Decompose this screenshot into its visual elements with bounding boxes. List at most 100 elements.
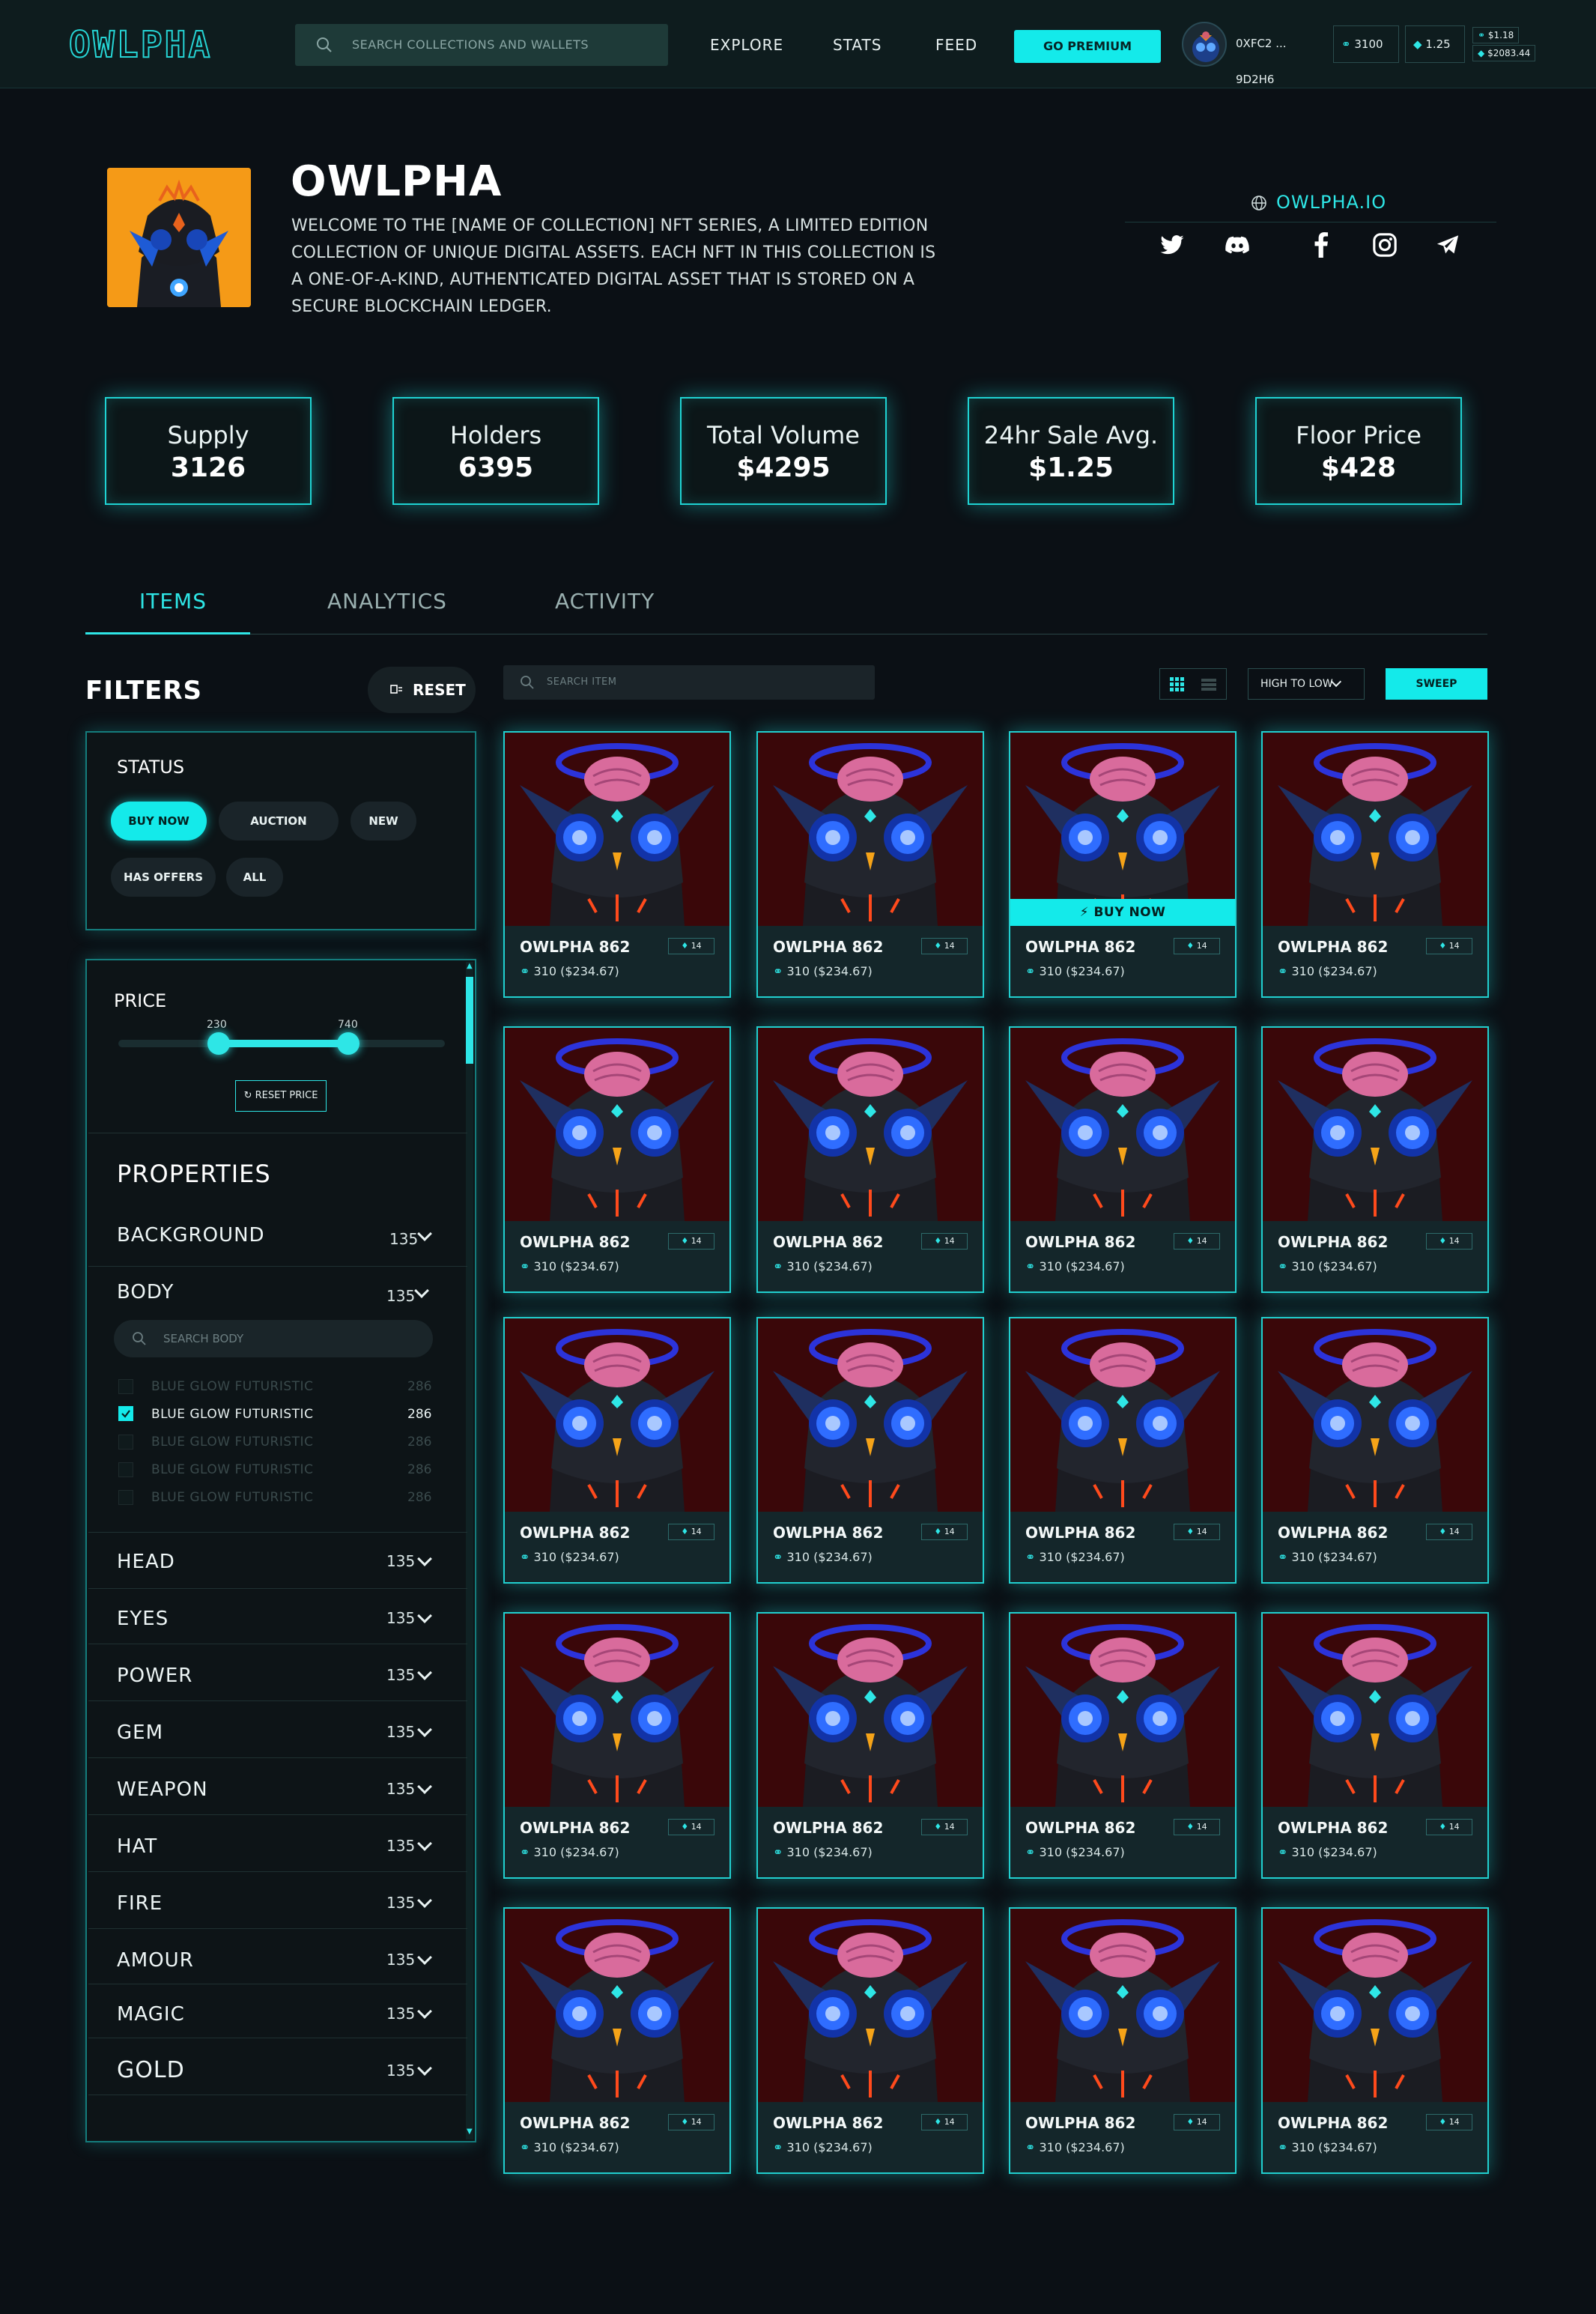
buy-now-button[interactable]: ⚡ BUY NOW [1010, 899, 1235, 926]
nft-card[interactable]: OWLPHA 862 ♦ 14 ⚭ 310 ($234.67) [1009, 1317, 1237, 1584]
search-icon [317, 37, 332, 52]
nft-card[interactable]: OWLPHA 862 ♦ 14 ⚭ 310 ($234.67) [756, 731, 984, 998]
go-premium-button[interactable]: GO PREMIUM [1014, 30, 1161, 63]
token-icon: ⚭ [1478, 30, 1486, 40]
price-min-handle[interactable] [207, 1032, 230, 1055]
nft-price: ⚭ 310 ($234.67) [1025, 1845, 1125, 1859]
nft-name: OWLPHA 862 [1278, 1524, 1389, 1542]
nft-card[interactable]: OWLPHA 862 ♦ 14 ⚭ 310 ($234.67) [503, 1612, 731, 1879]
facebook-icon[interactable] [1312, 232, 1330, 261]
nft-card[interactable]: OWLPHA 862 ♦ 14 ⚭ 310 ($234.67) [503, 1317, 731, 1584]
property-body[interactable]: BODY [117, 1281, 174, 1303]
avatar[interactable] [1182, 22, 1227, 67]
property-eyes[interactable]: EYES [117, 1608, 169, 1630]
nft-card[interactable]: OWLPHA 862 ♦ 14 ⚭ 310 ($234.67) [756, 1026, 984, 1293]
property-magic[interactable]: MAGIC [117, 2003, 185, 2026]
gem-icon: ♦ [934, 2117, 942, 2127]
twitter-icon[interactable] [1159, 232, 1185, 261]
search-input[interactable]: SEARCH COLLECTIONS AND WALLETS [295, 24, 668, 66]
scroll-down-icon[interactable]: ▼ [467, 2127, 473, 2136]
price-value: 310 ($234.67) [786, 1259, 873, 1273]
nft-card[interactable]: OWLPHA 862 ♦ 14 ⚭ 310 ($234.67) [756, 1907, 984, 2174]
rank-badge: ♦ 14 [1426, 1524, 1472, 1540]
nft-card[interactable]: OWLPHA 862 ♦ 14 ⚭ 310 ($234.67) [503, 1907, 731, 2174]
body-option-checkbox[interactable] [118, 1406, 133, 1421]
nav-feed[interactable]: FEED [935, 36, 977, 54]
price-max-handle[interactable] [337, 1032, 359, 1055]
body-option-checkbox[interactable] [118, 1462, 133, 1477]
nft-card[interactable]: OWLPHA 862 ♦ 14 ⚭ 310 ($234.67) [756, 1317, 984, 1584]
tab-activity[interactable]: ACTIVITY [555, 589, 655, 614]
status-buy-now[interactable]: BUY NOW [111, 802, 207, 841]
body-search-input[interactable]: SEARCH BODY [114, 1320, 433, 1357]
scrollbar-track[interactable] [466, 962, 473, 2139]
status-has-offers[interactable]: HAS OFFERS [111, 858, 216, 897]
instagram-icon[interactable] [1372, 232, 1398, 261]
reset-filters-button[interactable]: RESET [368, 667, 476, 713]
nft-image [1010, 1614, 1235, 1807]
property-gold[interactable]: GOLD [117, 2057, 185, 2083]
property-count: 135 [386, 1666, 416, 1684]
status-new[interactable]: NEW [351, 802, 416, 841]
property-count: 135 [386, 1609, 416, 1627]
logo[interactable]: OWLPHA [68, 23, 212, 67]
nft-card[interactable]: OWLPHA 862 ♦ 14 ⚭ 310 ($234.67) [503, 731, 731, 998]
property-background[interactable]: BACKGROUND [117, 1224, 265, 1247]
property-power[interactable]: POWER [117, 1665, 192, 1687]
nft-name: OWLPHA 862 [1278, 938, 1389, 956]
nft-card[interactable]: OWLPHA 862 ♦ 14 ⚭ 310 ($234.67) [1009, 1612, 1237, 1879]
nft-card[interactable]: ⚡ BUY NOW OWLPHA 862 ♦ 14 ⚭ 310 ($234.67… [1009, 731, 1237, 998]
tab-items[interactable]: ITEMS [139, 589, 207, 614]
sort-dropdown[interactable]: HIGH TO LOW [1248, 668, 1365, 700]
gem-icon: ♦ [1186, 1527, 1195, 1536]
nft-card[interactable]: OWLPHA 862 ♦ 14 ⚭ 310 ($234.67) [1261, 1612, 1489, 1879]
wallet-address[interactable]: 0XFC2 ... 9D2H6 [1228, 25, 1332, 86]
body-option-checkbox[interactable] [118, 1490, 133, 1505]
status-all[interactable]: ALL [226, 858, 283, 897]
nft-card[interactable]: OWLPHA 862 ♦ 14 ⚭ 310 ($234.67) [1261, 1317, 1489, 1584]
nft-image [505, 1614, 729, 1807]
property-hat[interactable]: HAT [117, 1835, 157, 1858]
body-option-checkbox[interactable] [118, 1379, 133, 1394]
reset-price-button[interactable]: ↻ RESET PRICE [235, 1080, 327, 1112]
grid-view-icon[interactable] [1169, 676, 1186, 693]
rank-badge: ♦ 14 [1174, 938, 1220, 954]
discord-icon[interactable] [1224, 232, 1251, 261]
nft-price: ⚭ 310 ($234.67) [1025, 1259, 1125, 1273]
telegram-icon[interactable] [1435, 232, 1460, 261]
property-amour[interactable]: AMOUR [117, 1949, 194, 1972]
scroll-up-icon[interactable]: ▲ [467, 962, 473, 970]
property-gem[interactable]: GEM [117, 1721, 163, 1744]
item-search-input[interactable]: SEARCH ITEM [503, 665, 875, 700]
scrollbar-thumb[interactable] [466, 977, 473, 1064]
nft-price: ⚭ 310 ($234.67) [520, 964, 619, 978]
rank-badge: ♦ 14 [921, 2114, 968, 2130]
nft-name: OWLPHA 862 [773, 1819, 884, 1837]
body-option-checkbox[interactable] [118, 1435, 133, 1450]
website-link[interactable]: OWLPHA.IO [1251, 192, 1386, 213]
tab-analytics[interactable]: ANALYTICS [327, 589, 447, 614]
gem-icon: ♦ [1439, 1236, 1447, 1246]
nft-image [758, 1614, 983, 1807]
nft-card[interactable]: OWLPHA 862 ♦ 14 ⚭ 310 ($234.67) [1009, 1907, 1237, 2174]
nft-card[interactable]: OWLPHA 862 ♦ 14 ⚭ 310 ($234.67) [1261, 1026, 1489, 1293]
sweep-button[interactable]: SWEEP [1386, 668, 1487, 700]
property-fire[interactable]: FIRE [117, 1892, 163, 1915]
nft-card[interactable]: OWLPHA 862 ♦ 14 ⚭ 310 ($234.67) [1261, 1907, 1489, 2174]
nft-card[interactable]: OWLPHA 862 ♦ 14 ⚭ 310 ($234.67) [1261, 731, 1489, 998]
rank-badge: ♦ 14 [1174, 1524, 1220, 1540]
list-view-icon[interactable] [1201, 676, 1217, 693]
property-head[interactable]: HEAD [117, 1551, 175, 1573]
property-weapon[interactable]: WEAPON [117, 1778, 208, 1801]
nav-stats[interactable]: STATS [833, 36, 882, 54]
stat-label: Supply [167, 421, 249, 449]
nft-card[interactable]: OWLPHA 862 ♦ 14 ⚭ 310 ($234.67) [503, 1026, 731, 1293]
rank-badge: ♦ 14 [668, 2114, 714, 2130]
nft-card[interactable]: OWLPHA 862 ♦ 14 ⚭ 310 ($234.67) [1009, 1026, 1237, 1293]
nav-explore[interactable]: EXPLORE [710, 36, 783, 54]
status-auction[interactable]: AUCTION [219, 802, 339, 841]
gem-icon: ♦ [934, 1527, 942, 1536]
rank-value: 14 [691, 941, 702, 951]
status-title: STATUS [117, 757, 185, 778]
nft-card[interactable]: OWLPHA 862 ♦ 14 ⚭ 310 ($234.67) [756, 1612, 984, 1879]
